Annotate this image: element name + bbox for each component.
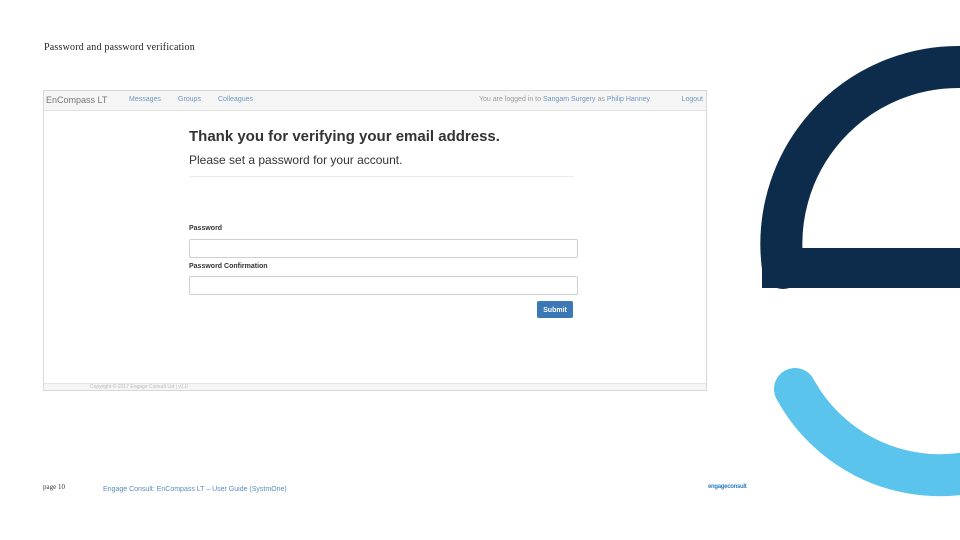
page-number: page 10: [43, 483, 65, 491]
navy-arc-shape: [760, 45, 960, 289]
login-status: You are logged in to Sangam Surgery as P…: [479, 96, 650, 103]
navy-bar-shape: [762, 248, 960, 288]
submit-button[interactable]: Submit: [537, 301, 573, 318]
app-footer-text: Copyright © 2017 Engage Consult Ltd | v1…: [90, 384, 188, 390]
brand-logo[interactable]: EnCompass LT: [46, 95, 107, 105]
form-heading: Thank you for verifying your email addre…: [189, 128, 500, 145]
app-screenshot: EnCompass LT Messages Groups Colleagues …: [43, 90, 707, 391]
navbar: EnCompass LT Messages Groups Colleagues …: [44, 91, 706, 111]
form-subheading: Please set a password for your account.: [189, 153, 403, 167]
password-label: Password: [189, 225, 223, 232]
user-link[interactable]: Philip Hanney: [607, 96, 650, 103]
login-status-prefix: You are logged in to: [479, 96, 542, 103]
nav-link-groups[interactable]: Groups: [178, 96, 201, 103]
nav-link-colleagues[interactable]: Colleagues: [218, 96, 253, 103]
sky-arc-shape: [774, 368, 960, 497]
login-status-middle: as: [597, 96, 605, 103]
nav-link-messages[interactable]: Messages: [129, 96, 161, 103]
password-confirmation-input[interactable]: [189, 276, 578, 295]
password-input[interactable]: [189, 239, 578, 258]
app-footer: Copyright © 2017 Engage Consult Ltd | v1…: [44, 383, 706, 390]
form-divider: [189, 176, 574, 177]
guide-title: Engage Consult: EnCompass LT – User Guid…: [103, 486, 287, 493]
password-confirmation-label: Password Confirmation: [189, 263, 268, 270]
logout-link[interactable]: Logout: [682, 96, 703, 103]
engage-consult-logo: engageconsult: [708, 484, 747, 490]
slide-title: Password and password verification: [44, 42, 195, 53]
practice-link[interactable]: Sangam Surgery: [543, 96, 596, 103]
password-form: Thank you for verifying your email addre…: [189, 128, 578, 318]
